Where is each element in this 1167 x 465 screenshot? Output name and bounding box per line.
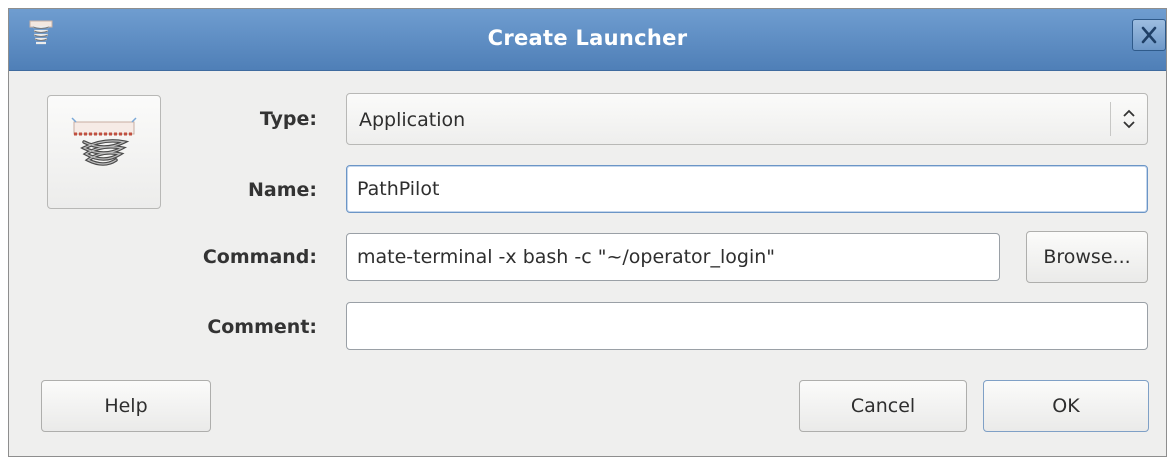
comment-label: Comment: (207, 316, 317, 338)
command-label: Command: (202, 246, 317, 268)
help-button[interactable]: Help (41, 380, 211, 432)
comment-field[interactable] (346, 302, 1148, 350)
cancel-button[interactable]: Cancel (799, 380, 967, 432)
command-field[interactable] (346, 233, 1000, 281)
type-label: Type: (259, 108, 317, 130)
name-label: Name: (247, 179, 317, 201)
divider (1110, 102, 1111, 136)
close-button[interactable] (1132, 19, 1166, 51)
type-select[interactable]: Application (346, 93, 1148, 145)
type-select-value: Application (359, 109, 466, 131)
ok-button[interactable]: OK (983, 380, 1149, 432)
up-down-arrows-icon (1118, 106, 1140, 132)
browse-button[interactable]: Browse... (1026, 231, 1148, 283)
name-field[interactable] (346, 165, 1148, 213)
titlebar[interactable]: Create Launcher (9, 9, 1166, 71)
window-title: Create Launcher (487, 26, 688, 50)
close-icon (1141, 26, 1157, 44)
create-launcher-dialog: Create Launcher Type: Application Name: … (8, 8, 1167, 457)
